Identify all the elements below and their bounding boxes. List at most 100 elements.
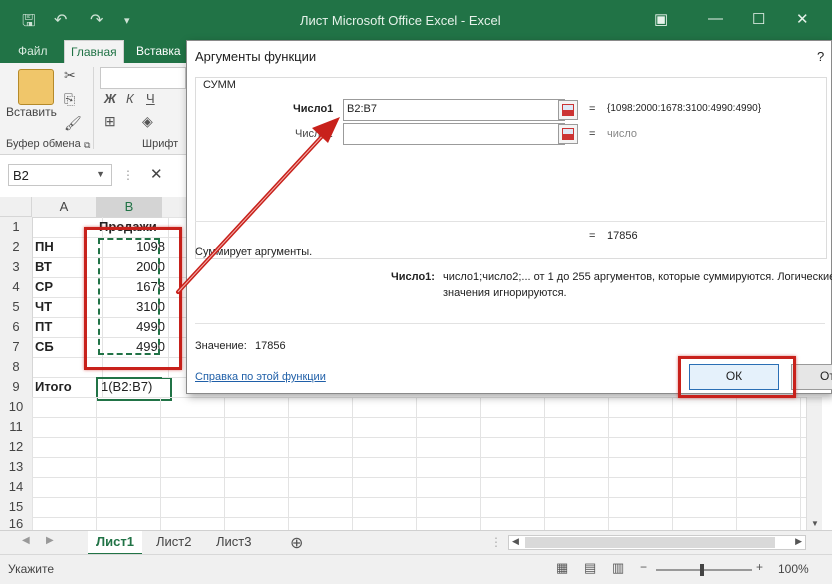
sheet-tab-3[interactable]: Лист3 bbox=[208, 531, 259, 553]
help-link[interactable]: Справка по этой функции bbox=[195, 371, 326, 383]
function-description: Суммирует аргументы. bbox=[195, 246, 313, 258]
cell-a3[interactable]: ВТ bbox=[32, 257, 103, 278]
function-name: СУММ bbox=[201, 79, 238, 91]
cell-a1[interactable] bbox=[32, 217, 103, 238]
row-header[interactable]: 10 bbox=[0, 397, 33, 418]
zoom-out-icon[interactable]: − bbox=[640, 560, 647, 574]
row-header[interactable]: 11 bbox=[0, 417, 33, 438]
scroll-tabs-right-icon[interactable]: ▶ bbox=[46, 535, 54, 546]
normal-view-icon[interactable]: ▦ bbox=[556, 560, 568, 576]
row-header[interactable]: 2 bbox=[0, 237, 33, 258]
row-header[interactable]: 8 bbox=[0, 357, 33, 378]
maximize-icon[interactable]: ☐ bbox=[752, 10, 765, 28]
ribbon-display-options-icon[interactable]: ▣ bbox=[654, 10, 668, 28]
sheet-tab-1[interactable]: Лист1 bbox=[88, 531, 142, 555]
underline-button[interactable]: Ч bbox=[146, 91, 155, 106]
cell-a5[interactable]: ЧТ bbox=[32, 297, 103, 318]
tab-home[interactable]: Главная bbox=[64, 40, 124, 64]
cell-a9[interactable]: Итого bbox=[32, 377, 103, 398]
collapse-dialog-icon[interactable] bbox=[558, 124, 578, 144]
save-icon[interactable]: 🖫 bbox=[22, 10, 36, 37]
scroll-tabs-left-icon[interactable]: ◀ bbox=[22, 535, 30, 546]
scroll-down-icon[interactable]: ▼ bbox=[811, 519, 819, 528]
close-icon[interactable]: ✕ bbox=[796, 10, 809, 28]
row-header[interactable]: 14 bbox=[0, 477, 33, 498]
column-header-b[interactable]: B bbox=[96, 197, 163, 218]
arg2-equals: = bbox=[589, 128, 596, 140]
sheet-tab-2[interactable]: Лист2 bbox=[148, 531, 199, 553]
horizontal-scrollbar[interactable]: ◀ ▶ bbox=[508, 535, 806, 550]
sheet-tab-bar: ◀ ▶ Лист1 Лист2 Лист3 ⊕ ⋮ ◀ ▶ bbox=[0, 530, 832, 555]
cell-a8[interactable] bbox=[32, 357, 103, 378]
zoom-slider-thumb[interactable] bbox=[700, 564, 704, 576]
minimize-icon[interactable]: — bbox=[708, 10, 723, 27]
arg1-input[interactable]: B2:B7 bbox=[343, 99, 565, 121]
cell-a7[interactable]: СБ bbox=[32, 337, 103, 358]
param-description-line2: значения игнорируются. bbox=[443, 287, 567, 299]
tab-file[interactable]: Файл bbox=[12, 40, 54, 63]
customize-quick-access-icon[interactable]: ▾ bbox=[124, 14, 130, 27]
row-header[interactable]: 6 bbox=[0, 317, 33, 338]
redo-icon[interactable]: ↷ bbox=[90, 10, 103, 30]
window-title: Лист Microsoft Office Excel - Excel bbox=[300, 13, 501, 28]
zoom-level[interactable]: 100% bbox=[778, 562, 809, 576]
fill-color-icon[interactable]: ◈ bbox=[142, 113, 153, 130]
tab-insert[interactable]: Вставка bbox=[130, 40, 187, 63]
cell-a4[interactable]: СР bbox=[32, 277, 103, 298]
row-header[interactable]: 12 bbox=[0, 437, 33, 458]
vertical-scrollbar[interactable]: ▼ bbox=[806, 397, 822, 530]
undo-icon[interactable]: ↶ bbox=[54, 10, 67, 30]
empty-grid[interactable] bbox=[32, 397, 822, 530]
zoom-slider[interactable] bbox=[656, 564, 752, 576]
collapse-dialog-icon[interactable] bbox=[558, 100, 578, 120]
row-header[interactable]: 16 bbox=[0, 517, 33, 531]
more-options-icon: ⋮ bbox=[122, 168, 134, 182]
cell-a6[interactable]: ПТ bbox=[32, 317, 103, 338]
add-sheet-icon[interactable]: ⊕ bbox=[290, 533, 303, 553]
dialog-help-icon[interactable]: ? bbox=[817, 49, 824, 64]
cut-icon[interactable]: ✂ bbox=[64, 67, 76, 84]
row-header[interactable]: 3 bbox=[0, 257, 33, 278]
group-divider bbox=[93, 67, 94, 149]
row-header[interactable]: 5 bbox=[0, 297, 33, 318]
page-layout-icon[interactable]: ▤ bbox=[584, 560, 596, 576]
page-break-preview-icon[interactable]: ▥ bbox=[612, 560, 624, 576]
cancel-button[interactable]: Отмена bbox=[791, 364, 832, 390]
divider bbox=[195, 221, 825, 222]
row-header[interactable]: 1 bbox=[0, 217, 33, 238]
row-header[interactable]: 9 bbox=[0, 377, 33, 398]
arg1-label: Число1 bbox=[293, 103, 334, 115]
dialog-launcher-icon[interactable]: ⧉ bbox=[84, 140, 90, 151]
arg1-equals: = bbox=[589, 103, 596, 115]
cancel-formula-icon[interactable]: ✕ bbox=[150, 165, 163, 183]
row-header[interactable]: 15 bbox=[0, 497, 33, 518]
scroll-left-icon[interactable]: ◀ bbox=[512, 536, 519, 547]
name-box[interactable]: B2 ▼ bbox=[8, 164, 112, 186]
arg1-result: {1098:2000:1678:3100:4990:4990} bbox=[607, 103, 762, 114]
cell-b8[interactable] bbox=[96, 357, 169, 378]
paste-button[interactable]: Вставить bbox=[6, 105, 57, 119]
cell-b1[interactable]: Продажи bbox=[96, 217, 169, 238]
borders-icon[interactable]: ⊞ bbox=[104, 113, 116, 130]
font-name-box[interactable] bbox=[100, 67, 186, 89]
param-label: Число1: bbox=[391, 271, 435, 283]
select-all-corner[interactable] bbox=[0, 197, 32, 217]
chevron-down-icon[interactable]: ▼ bbox=[96, 169, 105, 179]
italic-button[interactable]: К bbox=[126, 91, 134, 106]
title-bar: 🖫 ↶ ↷ ▾ Лист Microsoft Office Excel - Ex… bbox=[0, 0, 832, 40]
bold-button[interactable]: Ж bbox=[104, 91, 116, 106]
copy-icon[interactable]: ⎘ bbox=[64, 91, 75, 108]
row-header[interactable]: 13 bbox=[0, 457, 33, 478]
zoom-in-icon[interactable]: + bbox=[756, 560, 763, 574]
scroll-thumb[interactable] bbox=[525, 537, 775, 548]
column-header-a[interactable]: A bbox=[32, 197, 97, 218]
arg2-input[interactable] bbox=[343, 123, 565, 145]
cell-a2[interactable]: ПН bbox=[32, 237, 103, 258]
scroll-right-icon[interactable]: ▶ bbox=[795, 536, 802, 547]
paste-icon[interactable] bbox=[18, 69, 54, 105]
row-header[interactable]: 4 bbox=[0, 277, 33, 298]
tab-splitter-icon[interactable]: ⋮ bbox=[490, 535, 502, 549]
ok-button[interactable]: ОК bbox=[689, 364, 779, 390]
row-header[interactable]: 7 bbox=[0, 337, 33, 358]
format-painter-icon[interactable]: 🖌 bbox=[64, 115, 82, 132]
